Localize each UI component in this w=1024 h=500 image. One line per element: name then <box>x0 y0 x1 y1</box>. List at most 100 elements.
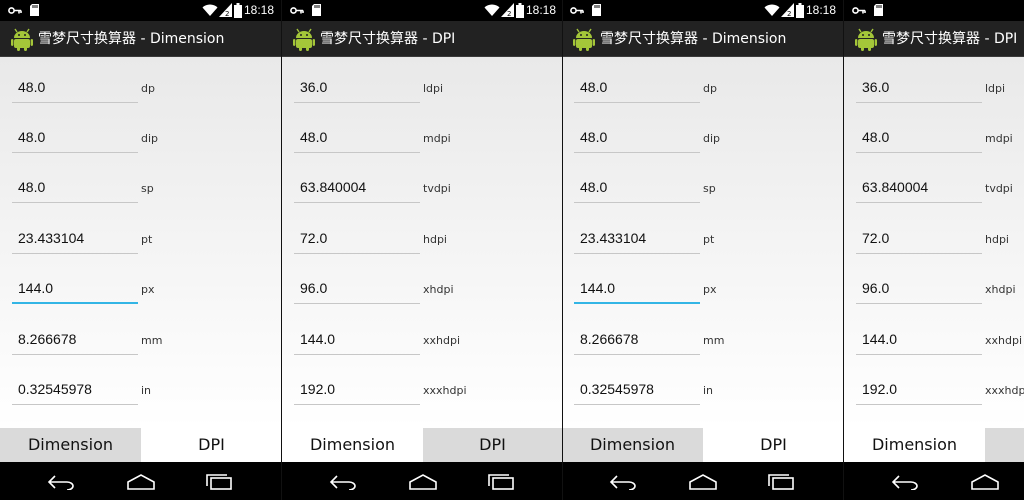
field-row: 192.0 xxxhdpi <box>282 377 562 407</box>
mdpi-input[interactable]: 48.0 <box>856 125 982 153</box>
sd-card-icon <box>30 4 39 16</box>
in-input[interactable]: 0.32545978 <box>12 377 138 405</box>
home-icon[interactable] <box>126 474 156 490</box>
unit-label: dp <box>703 82 717 95</box>
field-row: 144.0 px <box>0 276 282 306</box>
unit-label: hdpi <box>985 233 1009 246</box>
field-value: 36.0 <box>300 79 328 95</box>
home-icon[interactable] <box>688 474 718 490</box>
tab-dimension[interactable]: Dimension <box>282 428 423 462</box>
field-row: 144.0 xxhdpi <box>844 327 1024 357</box>
battery-icon <box>234 3 242 18</box>
status-bar: 2 18:18 <box>0 0 282 21</box>
field-value: 63.840004 <box>862 179 929 195</box>
field-row: 48.0 dip <box>562 125 844 155</box>
android-app-icon[interactable] <box>11 27 33 51</box>
action-bar: 雪梦尺寸换算器 - DPI <box>844 21 1024 57</box>
field-row: 63.840004 tvdpi <box>282 175 562 205</box>
svg-text:2: 2 <box>787 10 791 17</box>
home-icon[interactable] <box>408 474 438 490</box>
recents-icon[interactable] <box>205 474 235 490</box>
field-row: 23.433104 pt <box>562 226 844 256</box>
field-row: 48.0 mdpi <box>844 125 1024 155</box>
field-row: 48.0 dp <box>562 75 844 105</box>
xxxhdpi-input[interactable]: 192.0 <box>856 377 982 405</box>
home-icon[interactable] <box>970 474 1000 490</box>
field-value: 48.0 <box>580 79 608 95</box>
android-app-icon[interactable] <box>855 27 877 51</box>
back-icon[interactable] <box>609 474 639 490</box>
px-input[interactable]: 144.0 <box>12 276 138 304</box>
field-value: 144.0 <box>18 280 54 296</box>
unit-label: px <box>141 283 155 296</box>
unit-label: sp <box>703 182 716 195</box>
unit-label: dp <box>141 82 155 95</box>
signal-icon: 2 <box>501 3 514 17</box>
status-bar <box>844 0 1024 21</box>
field-value: 8.266678 <box>580 331 639 347</box>
screen-dpi-2: 雪梦尺寸换算器 - DPI 36.0 ldpi 48.0 mdpi 63.84000… <box>844 0 1024 500</box>
tab-dimension[interactable]: Dimension <box>0 428 141 462</box>
xxhdpi-input[interactable]: 144.0 <box>294 327 420 355</box>
xxxhdpi-input[interactable]: 192.0 <box>294 377 420 405</box>
dp-input[interactable]: 48.0 <box>12 75 138 103</box>
unit-label: xhdpi <box>423 283 454 296</box>
tab-dpi[interactable]: DPI <box>703 428 844 462</box>
field-row: 72.0 hdpi <box>282 226 562 256</box>
navigation-bar <box>282 462 562 500</box>
sp-input[interactable]: 48.0 <box>12 175 138 203</box>
unit-label: mdpi <box>985 132 1013 145</box>
ldpi-input[interactable]: 36.0 <box>294 75 420 103</box>
back-icon[interactable] <box>329 474 359 490</box>
unit-label: mdpi <box>423 132 451 145</box>
key-icon <box>290 7 304 14</box>
back-icon[interactable] <box>47 474 77 490</box>
tvdpi-input[interactable]: 63.840004 <box>856 175 982 203</box>
pt-input[interactable]: 23.433104 <box>12 226 138 254</box>
tab-dpi[interactable]: DPI <box>141 428 282 462</box>
mdpi-input[interactable]: 48.0 <box>294 125 420 153</box>
field-row: 48.0 dip <box>0 125 282 155</box>
recents-icon[interactable] <box>487 474 517 490</box>
tab-dimension[interactable]: Dimension <box>844 428 985 462</box>
key-icon <box>8 7 22 14</box>
mm-input[interactable]: 8.266678 <box>574 327 700 355</box>
tvdpi-input[interactable]: 63.840004 <box>294 175 420 203</box>
unit-label: in <box>703 384 714 397</box>
in-input[interactable]: 0.32545978 <box>574 377 700 405</box>
tab-dpi[interactable] <box>985 428 1024 462</box>
hdpi-input[interactable]: 72.0 <box>856 226 982 254</box>
android-app-icon[interactable] <box>573 27 595 51</box>
hdpi-input[interactable]: 72.0 <box>294 226 420 254</box>
unit-label: hdpi <box>423 233 447 246</box>
navigation-bar <box>844 462 1024 500</box>
dp-input[interactable]: 48.0 <box>574 75 700 103</box>
tab-dpi[interactable]: DPI <box>423 428 562 462</box>
field-row: 48.0 sp <box>562 175 844 205</box>
xhdpi-input[interactable]: 96.0 <box>294 276 420 304</box>
recents-icon[interactable] <box>767 474 797 490</box>
unit-label: mm <box>141 334 163 347</box>
field-value: 96.0 <box>862 280 890 296</box>
signal-icon: 2 <box>781 3 794 17</box>
android-app-icon[interactable] <box>293 27 315 51</box>
navigation-bar <box>562 462 844 500</box>
app-title: 雪梦尺寸换算器 - Dimension <box>600 31 787 47</box>
unit-label: pt <box>141 233 153 246</box>
mm-input[interactable]: 8.266678 <box>12 327 138 355</box>
ldpi-input[interactable]: 36.0 <box>856 75 982 103</box>
unit-label: dip <box>141 132 159 145</box>
pt-input[interactable]: 23.433104 <box>574 226 700 254</box>
xxhdpi-input[interactable]: 144.0 <box>856 327 982 355</box>
unit-label: tvdpi <box>985 182 1013 195</box>
battery-icon <box>796 3 804 18</box>
dip-input[interactable]: 48.0 <box>574 125 700 153</box>
sp-input[interactable]: 48.0 <box>574 175 700 203</box>
px-input[interactable]: 144.0 <box>574 276 700 304</box>
tab-dimension[interactable]: Dimension <box>562 428 703 462</box>
dip-input[interactable]: 48.0 <box>12 125 138 153</box>
field-row: 23.433104 pt <box>0 226 282 256</box>
unit-label: xxhdpi <box>985 334 1023 347</box>
xhdpi-input[interactable]: 96.0 <box>856 276 982 304</box>
back-icon[interactable] <box>891 474 921 490</box>
